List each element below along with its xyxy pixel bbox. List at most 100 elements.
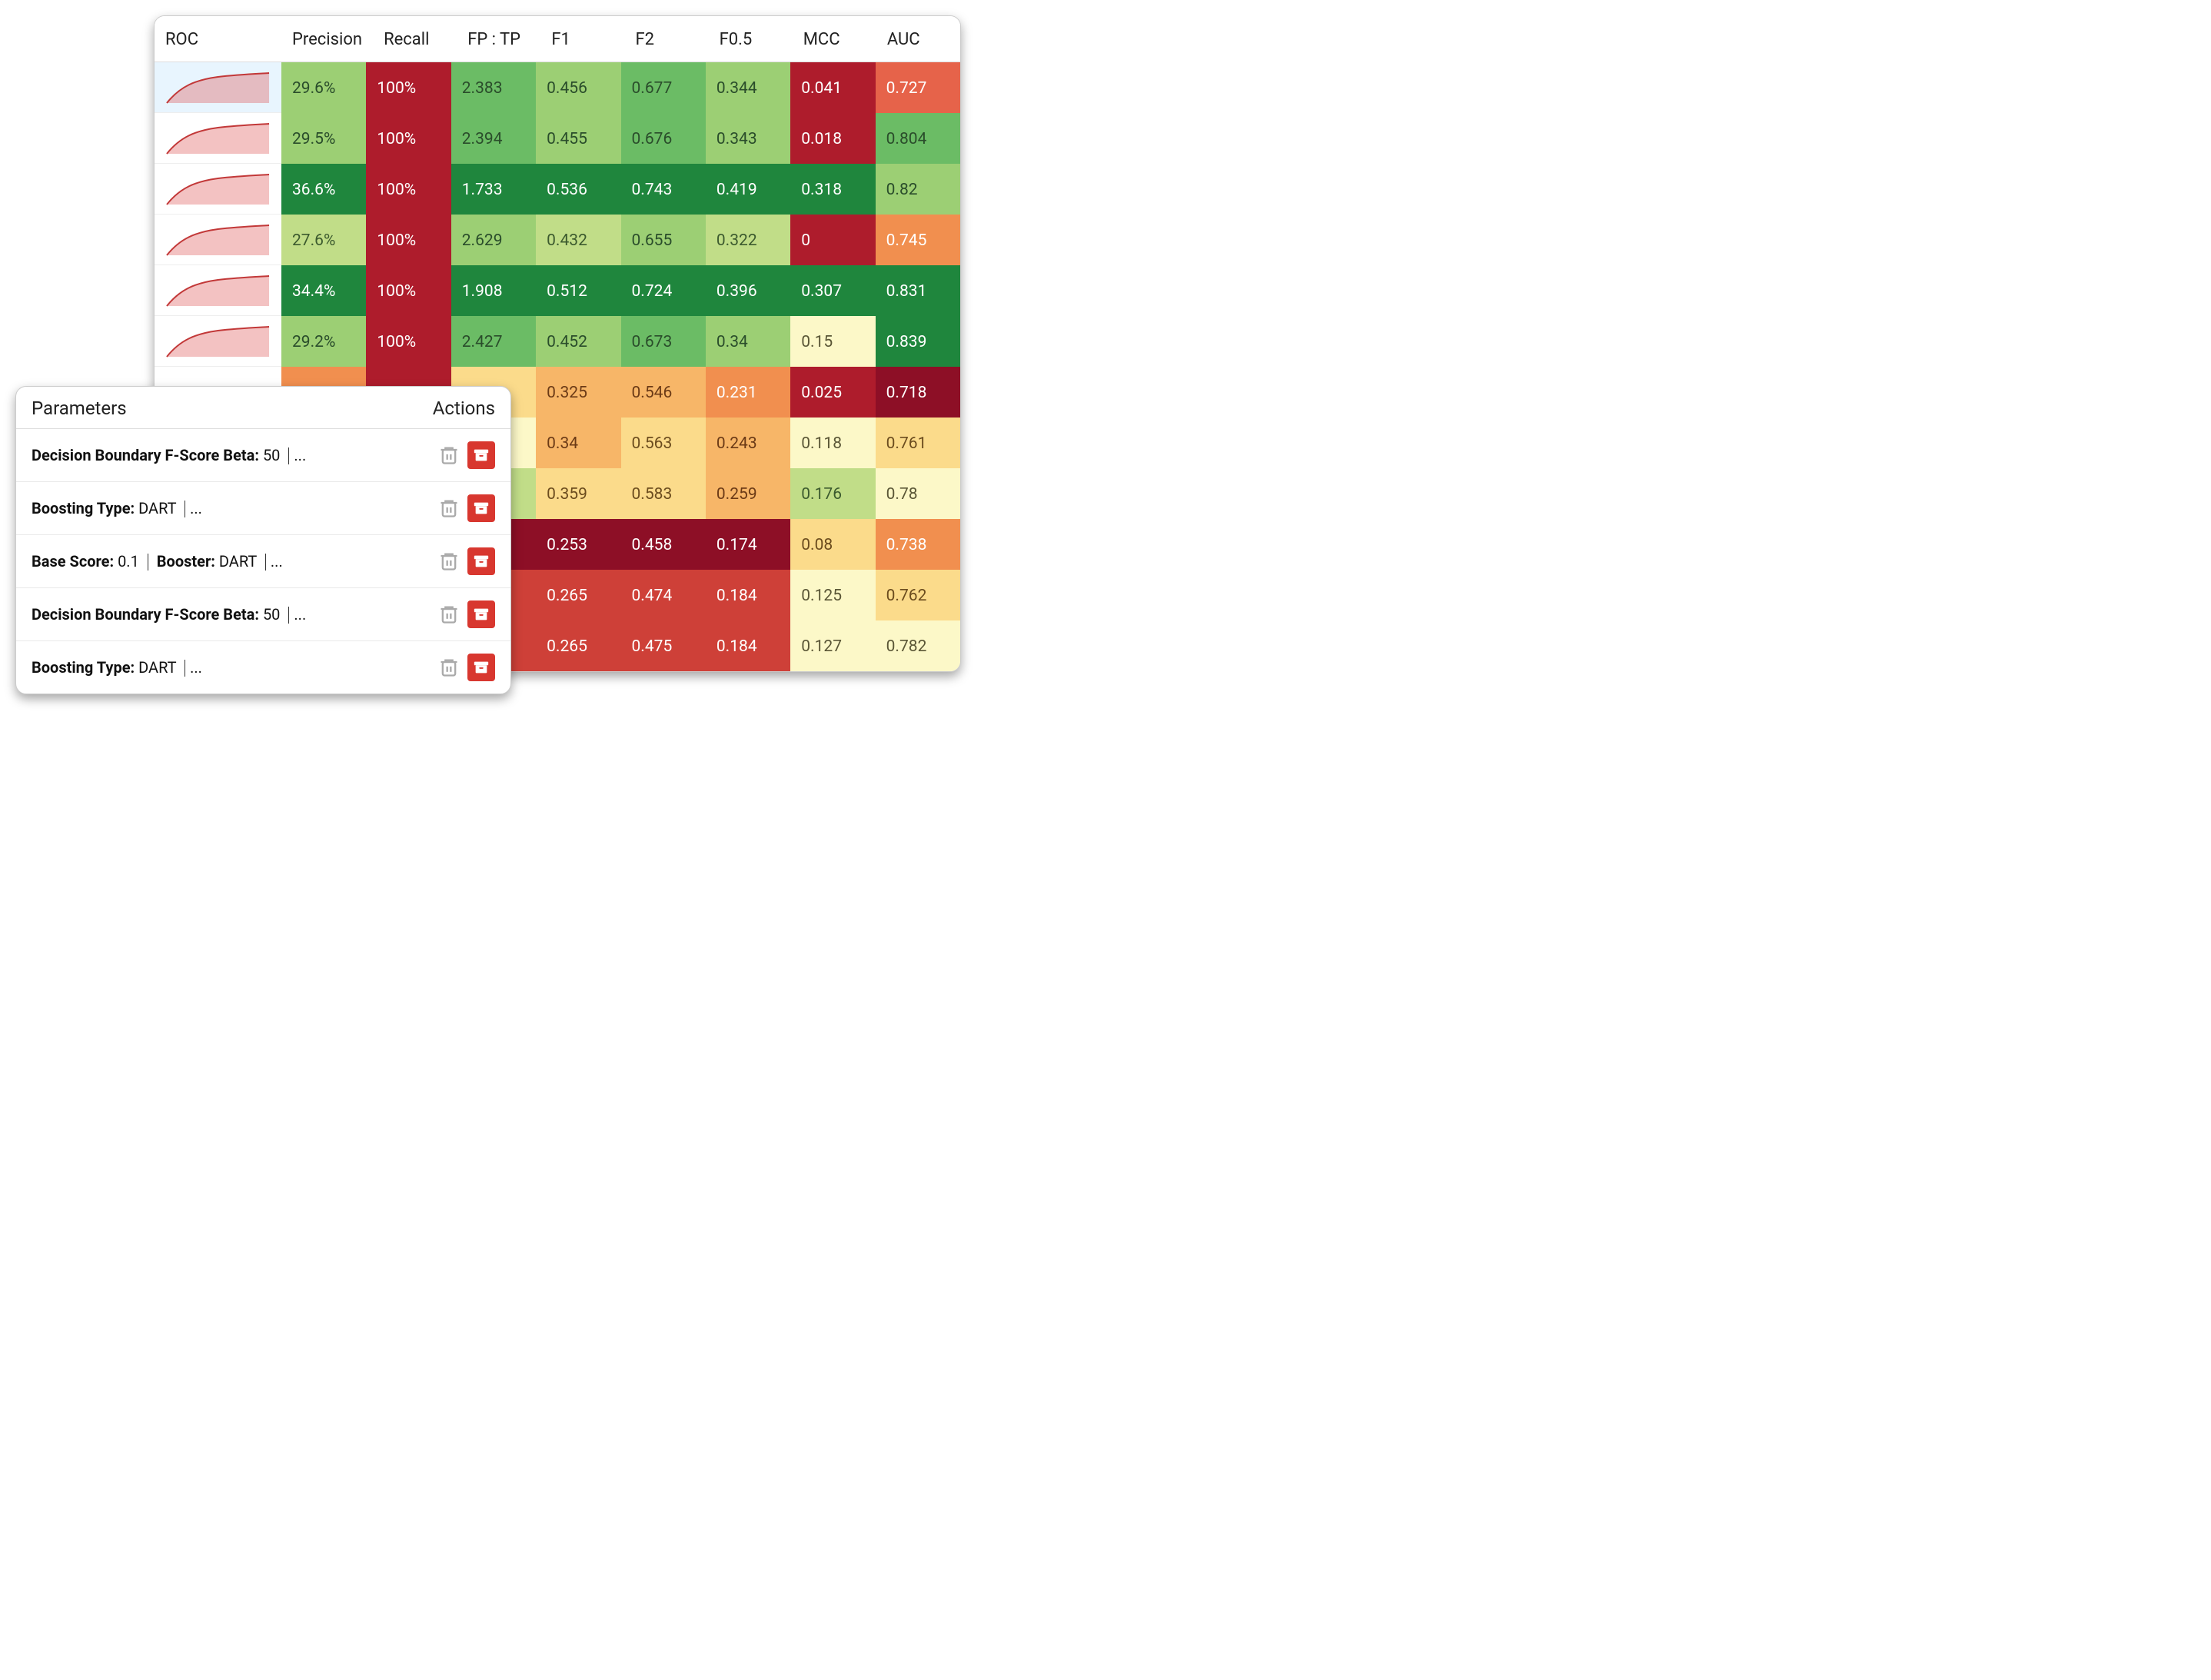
table-row[interactable]: 34.4%100%1.9080.5120.7240.3960.3070.831 bbox=[155, 265, 960, 316]
archive-button[interactable]: archive-icon bbox=[467, 547, 495, 575]
metric-cell: 1.733 bbox=[451, 164, 536, 215]
column-header[interactable]: ROC bbox=[155, 16, 281, 62]
archive-button[interactable]: archive-icon bbox=[467, 441, 495, 469]
metric-cell: 0.82 bbox=[876, 164, 960, 215]
metric-cell: 0.34 bbox=[706, 316, 790, 367]
metric-cell: 0.318 bbox=[790, 164, 875, 215]
metric-cell: 29.2% bbox=[281, 316, 366, 367]
roc-sparkline-cell[interactable] bbox=[155, 316, 281, 367]
metric-cell: 0.839 bbox=[876, 316, 960, 367]
metric-cell: 0.474 bbox=[621, 570, 706, 620]
column-header[interactable]: MCC bbox=[793, 16, 876, 62]
roc-sparkline-cell[interactable] bbox=[155, 215, 281, 265]
metric-cell: 0.396 bbox=[706, 265, 790, 316]
metric-cell: 2.383 bbox=[451, 62, 536, 113]
metric-cell: 0.34 bbox=[536, 418, 620, 468]
metric-cell: 100% bbox=[366, 164, 451, 215]
column-header[interactable]: Recall bbox=[373, 16, 457, 62]
column-header[interactable]: F0.5 bbox=[709, 16, 793, 62]
metric-cell: 0.718 bbox=[876, 367, 960, 418]
metric-cell: 0.432 bbox=[536, 215, 620, 265]
delete-button[interactable]: trash-icon bbox=[435, 441, 463, 469]
column-header[interactable]: F1 bbox=[540, 16, 624, 62]
metric-cell: 0.259 bbox=[706, 468, 790, 519]
metric-cell: 0.724 bbox=[621, 265, 706, 316]
metric-cell: 0.041 bbox=[790, 62, 875, 113]
metric-cell: 0.307 bbox=[790, 265, 875, 316]
parameter-text: Boosting Type: DART ... bbox=[32, 499, 208, 517]
metric-cell: 0.118 bbox=[790, 418, 875, 468]
metric-cell: 0.176 bbox=[790, 468, 875, 519]
metric-cell: 0.804 bbox=[876, 113, 960, 164]
parameter-row[interactable]: Base Score: 0.1 Booster: DART ... trash-… bbox=[16, 534, 510, 587]
metric-cell: 0.419 bbox=[706, 164, 790, 215]
metric-cell: 2.427 bbox=[451, 316, 536, 367]
parameter-row[interactable]: Decision Boundary F-Score Beta: 50 ... t… bbox=[16, 429, 510, 481]
parameter-text: Decision Boundary F-Score Beta: 50 ... bbox=[32, 446, 312, 464]
parameter-row[interactable]: Boosting Type: DART ... trash-icon archi… bbox=[16, 640, 510, 694]
delete-button[interactable]: trash-icon bbox=[435, 654, 463, 681]
parameter-text: Boosting Type: DART ... bbox=[32, 658, 208, 677]
metric-cell: 0.743 bbox=[621, 164, 706, 215]
metric-cell: 0.343 bbox=[706, 113, 790, 164]
archive-button[interactable]: archive-icon bbox=[467, 494, 495, 522]
metric-cell: 0.025 bbox=[790, 367, 875, 418]
column-header[interactable]: F2 bbox=[624, 16, 708, 62]
metric-cell: 0.458 bbox=[621, 519, 706, 570]
metric-cell: 0.184 bbox=[706, 620, 790, 671]
roc-sparkline-cell[interactable] bbox=[155, 265, 281, 316]
metric-cell: 0.78 bbox=[876, 468, 960, 519]
metric-cell: 29.6% bbox=[281, 62, 366, 113]
metric-cell: 0.677 bbox=[621, 62, 706, 113]
metric-cell: 0.745 bbox=[876, 215, 960, 265]
actions-title: Actions bbox=[433, 398, 495, 419]
metric-cell: 0.253 bbox=[536, 519, 620, 570]
table-row[interactable]: 29.2%100%2.4270.4520.6730.340.150.839 bbox=[155, 316, 960, 367]
metric-cell: 100% bbox=[366, 215, 451, 265]
parameter-text: Base Score: 0.1 Booster: DART ... bbox=[32, 552, 289, 571]
column-header[interactable]: FP : TP bbox=[457, 16, 540, 62]
metric-cell: 0.655 bbox=[621, 215, 706, 265]
metric-cell: 100% bbox=[366, 113, 451, 164]
metric-cell: 0.08 bbox=[790, 519, 875, 570]
metric-cell: 27.6% bbox=[281, 215, 366, 265]
metric-cell: 0.452 bbox=[536, 316, 620, 367]
parameters-panel: Parameters Actions Decision Boundary F-S… bbox=[15, 386, 511, 694]
metric-cell: 100% bbox=[366, 316, 451, 367]
metric-cell: 0.456 bbox=[536, 62, 620, 113]
metric-cell: 0.455 bbox=[536, 113, 620, 164]
metric-cell: 0.676 bbox=[621, 113, 706, 164]
metric-cell: 0.738 bbox=[876, 519, 960, 570]
metric-cell: 0.475 bbox=[621, 620, 706, 671]
metric-cell: 0 bbox=[790, 215, 875, 265]
column-header[interactable]: AUC bbox=[876, 16, 960, 62]
delete-button[interactable]: trash-icon bbox=[435, 600, 463, 628]
parameter-row[interactable]: Boosting Type: DART ... trash-icon archi… bbox=[16, 481, 510, 534]
roc-sparkline-cell[interactable] bbox=[155, 113, 281, 164]
parameter-text: Decision Boundary F-Score Beta: 50 ... bbox=[32, 605, 312, 624]
table-row[interactable]: 29.6%100%2.3830.4560.6770.3440.0410.727 bbox=[155, 62, 960, 113]
metric-cell: 29.5% bbox=[281, 113, 366, 164]
parameter-row[interactable]: Decision Boundary F-Score Beta: 50 ... t… bbox=[16, 587, 510, 640]
archive-button[interactable]: archive-icon bbox=[467, 654, 495, 681]
metric-cell: 0.512 bbox=[536, 265, 620, 316]
column-header[interactable]: Precision bbox=[281, 16, 373, 62]
metric-cell: 0.127 bbox=[790, 620, 875, 671]
delete-button[interactable]: trash-icon bbox=[435, 494, 463, 522]
table-row[interactable]: 27.6%100%2.6290.4320.6550.32200.745 bbox=[155, 215, 960, 265]
metrics-table-header: ROCPrecisionRecallFP : TPF1F2F0.5MCCAUC bbox=[155, 16, 960, 62]
roc-sparkline-cell[interactable] bbox=[155, 164, 281, 215]
metric-cell: 2.394 bbox=[451, 113, 536, 164]
table-row[interactable]: 29.5%100%2.3940.4550.6760.3430.0180.804 bbox=[155, 113, 960, 164]
metric-cell: 0.727 bbox=[876, 62, 960, 113]
metric-cell: 0.583 bbox=[621, 468, 706, 519]
delete-button[interactable]: trash-icon bbox=[435, 547, 463, 575]
archive-button[interactable]: archive-icon bbox=[467, 600, 495, 628]
metric-cell: 0.15 bbox=[790, 316, 875, 367]
metric-cell: 0.231 bbox=[706, 367, 790, 418]
metric-cell: 0.018 bbox=[790, 113, 875, 164]
metric-cell: 0.536 bbox=[536, 164, 620, 215]
table-row[interactable]: 36.6%100%1.7330.5360.7430.4190.3180.82 bbox=[155, 164, 960, 215]
roc-sparkline-cell[interactable] bbox=[155, 62, 281, 113]
metric-cell: 0.782 bbox=[876, 620, 960, 671]
